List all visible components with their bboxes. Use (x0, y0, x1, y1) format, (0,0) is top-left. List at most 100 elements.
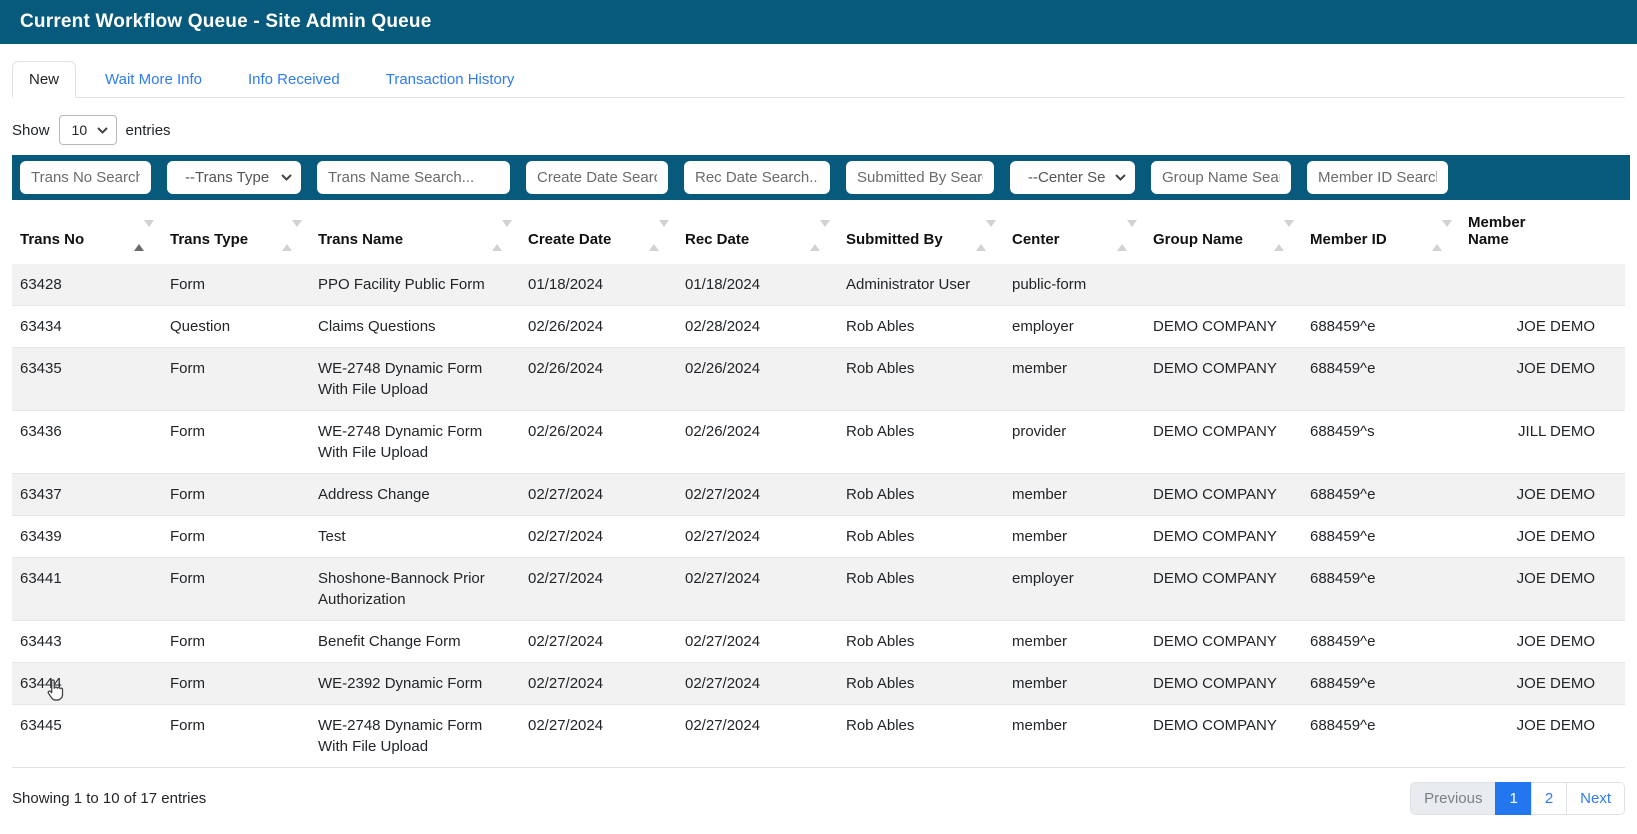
pagination-page-1-button[interactable]: 1 (1495, 782, 1531, 815)
table-cell: JILL DEMO (1460, 411, 1625, 474)
column-header-member-name[interactable]: Member Name (1460, 200, 1625, 264)
table-cell: 63436 (12, 411, 162, 474)
table-cell: JOE DEMO (1460, 558, 1625, 621)
table-cell: member (1004, 621, 1145, 663)
trans-name-search-input[interactable] (317, 161, 510, 194)
table-cell: WE-2748 Dynamic Form With File Upload (310, 411, 520, 474)
table-cell (1302, 264, 1460, 306)
table-cell: 688459^e (1302, 306, 1460, 348)
sort-both-icon (1432, 227, 1444, 244)
table-cell: Form (162, 705, 310, 768)
table-cell: Form (162, 663, 310, 705)
table-cell: Form (162, 558, 310, 621)
table-row[interactable]: 63428FormPPO Facility Public Form01/18/2… (12, 264, 1625, 306)
tab-transaction-history[interactable]: Transaction History (369, 61, 532, 98)
table-cell: 02/27/2024 (520, 516, 677, 558)
trans-type-select-value: --Trans Type (185, 169, 269, 186)
page-title: Current Workflow Queue - Site Admin Queu… (20, 11, 431, 33)
column-header-create-date[interactable]: Create Date (520, 200, 677, 264)
title-bar: Current Workflow Queue - Site Admin Queu… (0, 0, 1637, 44)
table-cell: Address Change (310, 474, 520, 516)
table-cell: Rob Ables (838, 705, 1004, 768)
table-cell: 63443 (12, 621, 162, 663)
sort-both-icon (282, 227, 294, 244)
table-cell: 02/27/2024 (677, 621, 838, 663)
column-header-group-name[interactable]: Group Name (1145, 200, 1302, 264)
table-cell: 02/27/2024 (520, 558, 677, 621)
table-cell: member (1004, 348, 1145, 411)
table-cell: 688459^e (1302, 474, 1460, 516)
table-cell: 02/27/2024 (677, 663, 838, 705)
page-title-emphasis: Site Admin Queue (265, 11, 431, 32)
pagination-next-button[interactable]: Next (1566, 782, 1625, 815)
table-row[interactable]: 63434QuestionClaims Questions02/26/20240… (12, 306, 1625, 348)
chevron-down-icon (281, 174, 292, 181)
create-date-search-input[interactable] (526, 161, 668, 194)
page-length-value: 10 (72, 122, 88, 138)
center-select[interactable]: --Center Se (1010, 161, 1135, 194)
sort-both-icon (492, 227, 504, 244)
table-cell: 02/26/2024 (520, 411, 677, 474)
table-cell: 63434 (12, 306, 162, 348)
table-cell: 02/27/2024 (677, 558, 838, 621)
pagination: Previous 1 2 Next (1410, 782, 1625, 815)
rec-date-search-input[interactable] (684, 161, 830, 194)
table-cell: 63441 (12, 558, 162, 621)
table-cell: 02/26/2024 (677, 411, 838, 474)
sort-ascending-icon (134, 227, 146, 244)
member-id-search-input[interactable] (1307, 161, 1448, 194)
table-cell: Benefit Change Form (310, 621, 520, 663)
table-cell: Rob Ables (838, 663, 1004, 705)
pagination-previous-button[interactable]: Previous (1410, 782, 1496, 815)
table-row[interactable]: 63435FormWE-2748 Dynamic Form With File … (12, 348, 1625, 411)
table-cell: Form (162, 348, 310, 411)
table-row[interactable]: 63444FormWE-2392 Dynamic Form02/27/20240… (12, 663, 1625, 705)
table-row[interactable]: 63436FormWE-2748 Dynamic Form With File … (12, 411, 1625, 474)
table-cell: employer (1004, 306, 1145, 348)
entries-label: entries (126, 122, 171, 139)
trans-type-select[interactable]: --Trans Type (167, 161, 301, 194)
chevron-down-icon (97, 127, 108, 134)
sort-both-icon (1274, 227, 1286, 244)
table-footer: Showing 1 to 10 of 17 entries Previous 1… (12, 767, 1625, 815)
show-label: Show (12, 122, 50, 139)
table-cell: Rob Ables (838, 474, 1004, 516)
table-cell: Question (162, 306, 310, 348)
table-cell: member (1004, 705, 1145, 768)
page-length-select[interactable]: 10 (59, 115, 117, 145)
table-cell: 63444 (12, 663, 162, 705)
column-header-trans-type[interactable]: Trans Type (162, 200, 310, 264)
table-cell: 02/27/2024 (520, 663, 677, 705)
column-header-member-id[interactable]: Member ID (1302, 200, 1460, 264)
table-cell: Rob Ables (838, 411, 1004, 474)
table-cell: 02/27/2024 (677, 705, 838, 768)
trans-no-search-input[interactable] (20, 161, 151, 194)
sort-both-icon (649, 227, 661, 244)
table-row[interactable]: 63443FormBenefit Change Form02/27/202402… (12, 621, 1625, 663)
column-header-trans-name[interactable]: Trans Name (310, 200, 520, 264)
table-cell: DEMO COMPANY (1145, 705, 1302, 768)
pagination-page-2-button[interactable]: 2 (1531, 782, 1567, 815)
tab-info-received[interactable]: Info Received (231, 61, 357, 98)
workflow-queue-page: Current Workflow Queue - Site Admin Queu… (0, 0, 1637, 834)
table-row[interactable]: 63439FormTest02/27/202402/27/2024Rob Abl… (12, 516, 1625, 558)
submitted-by-search-input[interactable] (846, 161, 994, 194)
column-header-submitted-by[interactable]: Submitted By (838, 200, 1004, 264)
table-row[interactable]: 63437FormAddress Change02/27/202402/27/2… (12, 474, 1625, 516)
table-cell: JOE DEMO (1460, 306, 1625, 348)
column-header-trans-no[interactable]: Trans No (12, 200, 162, 264)
tab-new[interactable]: New (12, 61, 76, 98)
table-cell: WE-2392 Dynamic Form (310, 663, 520, 705)
table-row[interactable]: 63441FormShoshone-Bannock Prior Authoriz… (12, 558, 1625, 621)
table-body: 63428FormPPO Facility Public Form01/18/2… (12, 264, 1625, 767)
table-cell: 01/18/2024 (520, 264, 677, 306)
table-header: Trans No Trans Type Trans Name Create Da… (12, 200, 1625, 264)
column-header-center[interactable]: Center (1004, 200, 1145, 264)
tab-wait-more-info[interactable]: Wait More Info (88, 61, 219, 98)
group-name-search-input[interactable] (1151, 161, 1291, 194)
table-row[interactable]: 63445FormWE-2748 Dynamic Form With File … (12, 705, 1625, 768)
table-cell: Claims Questions (310, 306, 520, 348)
table-cell: JOE DEMO (1460, 663, 1625, 705)
column-header-rec-date[interactable]: Rec Date (677, 200, 838, 264)
table-cell: JOE DEMO (1460, 516, 1625, 558)
